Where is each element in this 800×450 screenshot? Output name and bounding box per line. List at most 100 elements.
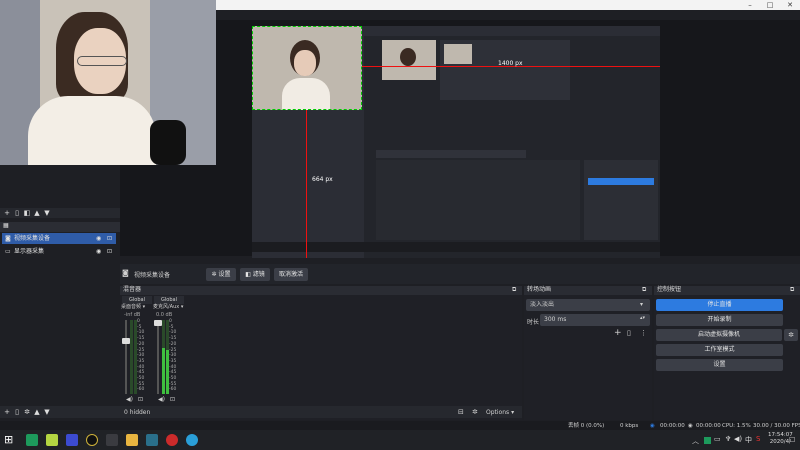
- options-label: Options: [486, 409, 510, 416]
- undock-icon[interactable]: ⧉: [790, 286, 794, 294]
- mixer-title: 混音器: [123, 286, 142, 293]
- maximize-button[interactable]: □: [762, 0, 778, 10]
- nested-source-bar: [376, 150, 526, 158]
- nested-preview: [440, 40, 570, 100]
- preview-scene[interactable]: 1400 px 664 px: [252, 26, 660, 258]
- arrow-up-icon[interactable]: ▲: [33, 408, 41, 416]
- slider-handle[interactable]: [122, 338, 130, 344]
- volume-icon[interactable]: ◀): [734, 435, 742, 443]
- title-bar: – □ ✕: [216, 0, 800, 10]
- slider-track: [125, 320, 127, 394]
- channel-db: -inf dB: [124, 312, 141, 318]
- ime-icon[interactable]: S: [756, 435, 760, 443]
- gear-icon[interactable]: ⊡: [138, 396, 143, 403]
- undock-icon[interactable]: ⧉: [512, 286, 516, 294]
- vertical-guide: [306, 110, 307, 258]
- virtual-camera-button[interactable]: 启动虚拟摄像机: [656, 329, 782, 341]
- selected-source-name: 视频采集设备: [134, 272, 171, 279]
- level-fill: [162, 348, 165, 394]
- notification-icon[interactable]: ☐: [789, 436, 795, 444]
- more-icon[interactable]: ⋮: [640, 329, 647, 337]
- channel-name[interactable]: 桌面音频 ▾: [121, 304, 154, 311]
- meter-scale: 0 -5 -10 -15 -20 -25 -30 -35 -40 -45 -50 -55 -60: [137, 319, 145, 393]
- stop-streaming-button[interactable]: 停止直播: [656, 299, 783, 311]
- filters-label: 滤镜: [252, 271, 265, 278]
- selection-bounds[interactable]: [252, 26, 362, 110]
- studio-mode-button[interactable]: 工作室模式: [656, 344, 783, 356]
- folder-icon[interactable]: [126, 434, 138, 446]
- meter-scale: 0 -5 -10 -15 -20 -25 -30 -35 -40 -45 -50 -55 -60: [169, 319, 177, 393]
- duration-input[interactable]: 300 ms ▴▾: [540, 314, 650, 326]
- wechat-icon[interactable]: [26, 434, 38, 446]
- app-icon[interactable]: [146, 434, 158, 446]
- nested-taskbar: [252, 242, 660, 252]
- trash-icon[interactable]: ▯: [13, 209, 21, 217]
- chevron-up-icon[interactable]: ︿: [692, 436, 699, 446]
- add-icon[interactable]: +: [3, 209, 11, 217]
- gear-icon[interactable]: ✲: [784, 329, 798, 341]
- scenes-toolbar-bar: + ▯ ◧ ▲ ▼: [0, 208, 120, 218]
- obs-icon[interactable]: [106, 434, 118, 446]
- gear-icon[interactable]: ✲: [472, 408, 478, 416]
- app-icon[interactable]: [186, 434, 198, 446]
- mixer-header: 混音器 ⧉: [120, 286, 522, 295]
- app-icon[interactable]: [66, 434, 78, 446]
- mixer-footer: 0 hidden ⊟ ✲ Options ▾: [120, 406, 522, 418]
- shirt: [28, 96, 156, 165]
- arrow-down-icon[interactable]: ▼: [43, 408, 51, 416]
- nested-webcam: [382, 40, 436, 80]
- channel-badge: Global: [122, 296, 152, 304]
- netease-music-icon[interactable]: [166, 434, 178, 446]
- eye-icon[interactable]: ◉: [96, 233, 101, 244]
- filters-button[interactable]: ◧ 滤镜: [240, 268, 270, 281]
- channel-name-label: 桌面音频: [121, 304, 142, 310]
- close-button[interactable]: ✕: [782, 0, 798, 10]
- transition-select[interactable]: 淡入淡出 ▾: [526, 299, 650, 311]
- volume-slider[interactable]: [154, 320, 162, 394]
- minimize-button[interactable]: –: [742, 0, 758, 10]
- filter-icon[interactable]: ◧: [23, 209, 31, 217]
- left-dock: [0, 165, 120, 421]
- trash-icon[interactable]: ▯: [627, 329, 631, 337]
- filter-icon: ◧: [245, 271, 253, 278]
- deactivate-button[interactable]: 取消激活: [274, 268, 308, 281]
- microphone-icon[interactable]: ♆: [725, 435, 731, 443]
- speaker-icon[interactable]: ◀): [158, 396, 165, 403]
- gear-icon[interactable]: ⊡: [170, 396, 175, 403]
- side-label: 664 px: [312, 176, 333, 183]
- gear-icon[interactable]: ✲: [23, 408, 31, 416]
- ime-indicator[interactable]: 中: [745, 435, 752, 445]
- stepper-icon[interactable]: ▴▾: [640, 312, 645, 324]
- add-icon[interactable]: +: [614, 328, 622, 338]
- tray-icon[interactable]: [704, 437, 711, 444]
- lock-icon[interactable]: ⊡: [107, 233, 112, 244]
- lock-icon[interactable]: ⊡: [107, 246, 112, 257]
- camera-icon: ◙: [122, 269, 129, 277]
- volume-slider[interactable]: [122, 320, 130, 394]
- slider-handle[interactable]: [154, 320, 162, 326]
- source-item-display-capture[interactable]: ▭ 显示器采集 ◉ ⊡: [2, 246, 116, 257]
- settings-button[interactable]: 设置: [656, 359, 783, 371]
- start-recording-button[interactable]: 开始录制: [656, 314, 783, 326]
- add-icon[interactable]: +: [3, 408, 11, 416]
- channel-name[interactable]: 麦克风/Aux ▾: [153, 304, 187, 311]
- properties-button[interactable]: ✲ 设置: [206, 268, 236, 281]
- undock-icon[interactable]: ⧉: [642, 286, 646, 294]
- eye-icon[interactable]: ◉: [96, 246, 101, 257]
- options-button[interactable]: Options ▾: [486, 409, 514, 416]
- channel-db: 0.0 dB: [156, 312, 173, 318]
- app-icon[interactable]: [46, 434, 58, 446]
- layout-icon[interactable]: ⊟: [458, 408, 464, 416]
- windows-start-icon[interactable]: ⊞: [4, 434, 13, 446]
- speaker-icon[interactable]: ◀): [126, 396, 133, 403]
- source-item-label: 视频采集设备: [14, 235, 51, 242]
- arrow-up-icon[interactable]: ▲: [33, 209, 41, 217]
- taskbar: [0, 430, 800, 450]
- arrow-down-icon[interactable]: ▼: [43, 209, 51, 217]
- source-item-video-capture[interactable]: ◙ 视频采集设备 ◉ ⊡: [2, 233, 116, 244]
- trash-icon[interactable]: ▯: [13, 408, 21, 416]
- tray-icon[interactable]: ▭: [714, 435, 721, 443]
- app-icon[interactable]: [86, 434, 98, 446]
- transitions-title: 转场动画: [527, 286, 552, 293]
- monitor-icon: ▭: [5, 248, 11, 255]
